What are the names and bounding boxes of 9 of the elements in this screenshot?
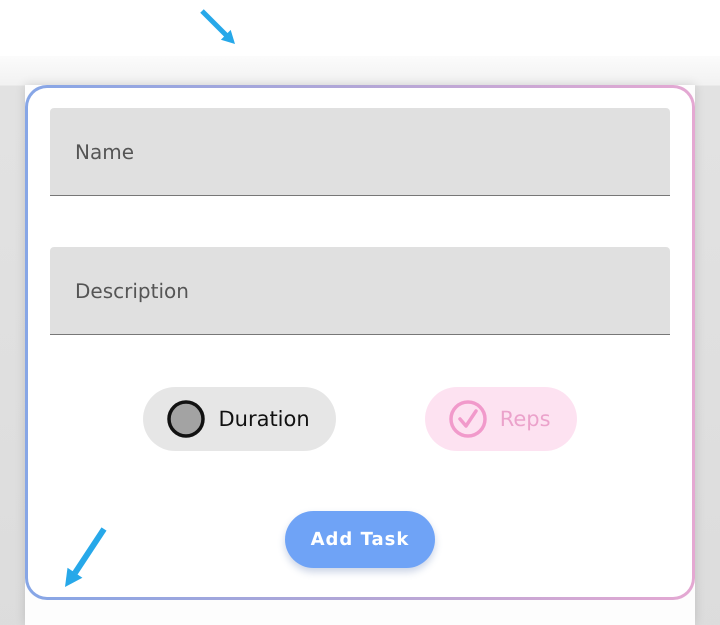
option-toggle[interactable]: Duration xyxy=(143,387,336,451)
arrow-icon xyxy=(199,8,237,46)
input-field[interactable]: Description xyxy=(50,247,670,335)
check-circle-icon xyxy=(448,400,487,438)
radio-circle-icon xyxy=(167,400,206,438)
input-field[interactable]: Name xyxy=(50,108,670,196)
add-task-button[interactable]: Add Task xyxy=(285,511,435,568)
option-toggle[interactable]: Reps xyxy=(424,387,577,451)
arrow-icon xyxy=(62,526,108,590)
